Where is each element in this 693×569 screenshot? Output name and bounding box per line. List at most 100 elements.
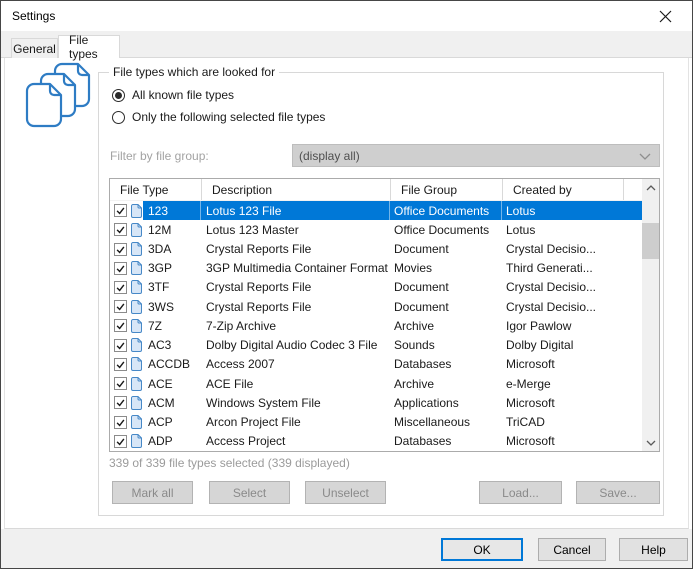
cell-file-group: Databases bbox=[390, 355, 502, 374]
table-row[interactable]: 3WSCrystal Reports FileDocumentCrystal D… bbox=[110, 297, 642, 316]
cell-file-type: ACCDB bbox=[143, 355, 201, 374]
tab-file-types[interactable]: File types bbox=[58, 35, 120, 58]
cell-description: Crystal Reports File bbox=[201, 278, 390, 297]
column-header-description[interactable]: Description bbox=[202, 179, 391, 200]
table-row[interactable]: AC3Dolby Digital Audio Codec 3 FileSound… bbox=[110, 336, 642, 355]
cell-created-by: Crystal Decisio... bbox=[502, 239, 642, 258]
cell-file-type: 3TF bbox=[143, 278, 201, 297]
unselect-button[interactable]: Unselect bbox=[305, 481, 386, 504]
table-row[interactable]: ACEACE FileArchivee-Merge bbox=[110, 374, 642, 393]
cell-created-by: e-Merge bbox=[502, 374, 642, 393]
file-icon bbox=[131, 261, 142, 275]
cell-file-group: Miscellaneous bbox=[390, 412, 502, 431]
row-checkbox[interactable] bbox=[114, 262, 127, 275]
settings-dialog: Settings General File types bbox=[0, 0, 693, 569]
mark-all-button[interactable]: Mark all bbox=[112, 481, 193, 504]
cell-file-group: Applications bbox=[390, 393, 502, 412]
table-row[interactable]: 3TFCrystal Reports FileDocumentCrystal D… bbox=[110, 278, 642, 297]
row-checkbox[interactable] bbox=[114, 377, 127, 390]
file-icon bbox=[131, 434, 142, 448]
radio-only-selected-file-types[interactable]: Only the following selected file types bbox=[112, 110, 325, 124]
table-row[interactable]: ACCDBAccess 2007DatabasesMicrosoft bbox=[110, 355, 642, 374]
cell-description: Access 2007 bbox=[201, 355, 390, 374]
cell-file-type: AC3 bbox=[143, 336, 201, 355]
table-row[interactable]: 123Lotus 123 FileOffice DocumentsLotus bbox=[110, 201, 642, 220]
file-icon bbox=[131, 377, 142, 391]
cell-description: Windows System File bbox=[201, 393, 390, 412]
cell-file-group: Office Documents bbox=[390, 220, 502, 239]
table-row[interactable]: ACMWindows System FileApplicationsMicros… bbox=[110, 393, 642, 412]
cell-description: Crystal Reports File bbox=[201, 297, 390, 316]
table-row[interactable]: ADPAccess ProjectDatabasesMicrosoft bbox=[110, 432, 642, 451]
cell-description: ACE File bbox=[201, 374, 390, 393]
row-checkbox[interactable] bbox=[114, 281, 127, 294]
cell-file-group: Sounds bbox=[390, 336, 502, 355]
file-icon bbox=[131, 357, 142, 371]
cell-file-type: ACM bbox=[143, 393, 201, 412]
file-icon bbox=[131, 396, 142, 410]
row-checkbox[interactable] bbox=[114, 300, 127, 313]
row-checkbox[interactable] bbox=[114, 435, 127, 448]
cell-created-by: Crystal Decisio... bbox=[502, 278, 642, 297]
cell-file-type: 3WS bbox=[143, 297, 201, 316]
row-checkbox[interactable] bbox=[114, 319, 127, 332]
table-row[interactable]: ACPArcon Project FileMiscellaneousTriCAD bbox=[110, 412, 642, 431]
cell-file-type: ACE bbox=[143, 374, 201, 393]
vertical-scrollbar[interactable] bbox=[642, 179, 659, 451]
column-header-filler bbox=[624, 179, 642, 200]
cell-created-by: Microsoft bbox=[502, 432, 642, 451]
cell-created-by: Third Generati... bbox=[502, 259, 642, 278]
scrollbar-thumb[interactable] bbox=[642, 223, 659, 259]
filter-by-file-group-label: Filter by file group: bbox=[110, 149, 209, 163]
scroll-down-icon[interactable] bbox=[642, 434, 659, 451]
cell-created-by: Microsoft bbox=[502, 355, 642, 374]
cell-created-by: Lotus bbox=[502, 201, 642, 220]
file-types-groupbox: File types which are looked for All know… bbox=[98, 72, 664, 516]
cell-file-type: 7Z bbox=[143, 316, 201, 335]
row-checkbox[interactable] bbox=[114, 396, 127, 409]
scroll-up-icon[interactable] bbox=[642, 179, 659, 196]
row-checkbox[interactable] bbox=[114, 223, 127, 236]
cancel-button[interactable]: Cancel bbox=[538, 538, 606, 561]
row-checkbox[interactable] bbox=[114, 416, 127, 429]
column-header-file-type[interactable]: File Type bbox=[110, 179, 202, 200]
radio-icon bbox=[112, 89, 125, 102]
cell-created-by: TriCAD bbox=[502, 412, 642, 431]
list-header: File Type Description File Group Created… bbox=[110, 179, 642, 201]
file-icon bbox=[131, 280, 142, 294]
radio-label: Only the following selected file types bbox=[132, 110, 325, 124]
tab-file-types-label: File types bbox=[69, 33, 109, 61]
ok-button[interactable]: OK bbox=[441, 538, 523, 561]
cell-file-group: Archive bbox=[390, 374, 502, 393]
tab-general[interactable]: General bbox=[11, 38, 58, 58]
close-icon bbox=[659, 10, 672, 23]
row-checkbox[interactable] bbox=[114, 358, 127, 371]
table-row[interactable]: 3DACrystal Reports FileDocumentCrystal D… bbox=[110, 239, 642, 258]
cell-file-group: Movies bbox=[390, 259, 502, 278]
close-button[interactable] bbox=[646, 4, 684, 28]
row-checkbox[interactable] bbox=[114, 243, 127, 256]
file-group-dropdown[interactable]: (display all) bbox=[292, 144, 660, 167]
column-header-file-group[interactable]: File Group bbox=[391, 179, 503, 200]
cell-file-type: ADP bbox=[143, 432, 201, 451]
cell-file-type: 3DA bbox=[143, 239, 201, 258]
table-row[interactable]: 7Z7-Zip ArchiveArchiveIgor Pawlow bbox=[110, 316, 642, 335]
dialog-button-bar: OK Cancel Help bbox=[1, 529, 692, 568]
select-button[interactable]: Select bbox=[209, 481, 290, 504]
tab-general-label: General bbox=[13, 42, 56, 56]
radio-label: All known file types bbox=[132, 88, 234, 102]
row-checkbox[interactable] bbox=[114, 204, 127, 217]
chevron-down-icon bbox=[639, 153, 651, 160]
table-row[interactable]: 12MLotus 123 MasterOffice DocumentsLotus bbox=[110, 220, 642, 239]
file-icon bbox=[131, 223, 142, 237]
table-row[interactable]: 3GP3GP Multimedia Container FormatMovies… bbox=[110, 259, 642, 278]
file-types-list: File Type Description File Group Created… bbox=[109, 178, 660, 452]
save-button[interactable]: Save... bbox=[576, 481, 660, 504]
load-button[interactable]: Load... bbox=[479, 481, 562, 504]
radio-all-known-file-types[interactable]: All known file types bbox=[112, 88, 234, 102]
help-button[interactable]: Help bbox=[619, 538, 688, 561]
cell-file-group: Document bbox=[390, 297, 502, 316]
column-header-created-by[interactable]: Created by bbox=[503, 179, 624, 200]
dropdown-value: (display all) bbox=[299, 149, 360, 163]
row-checkbox[interactable] bbox=[114, 339, 127, 352]
